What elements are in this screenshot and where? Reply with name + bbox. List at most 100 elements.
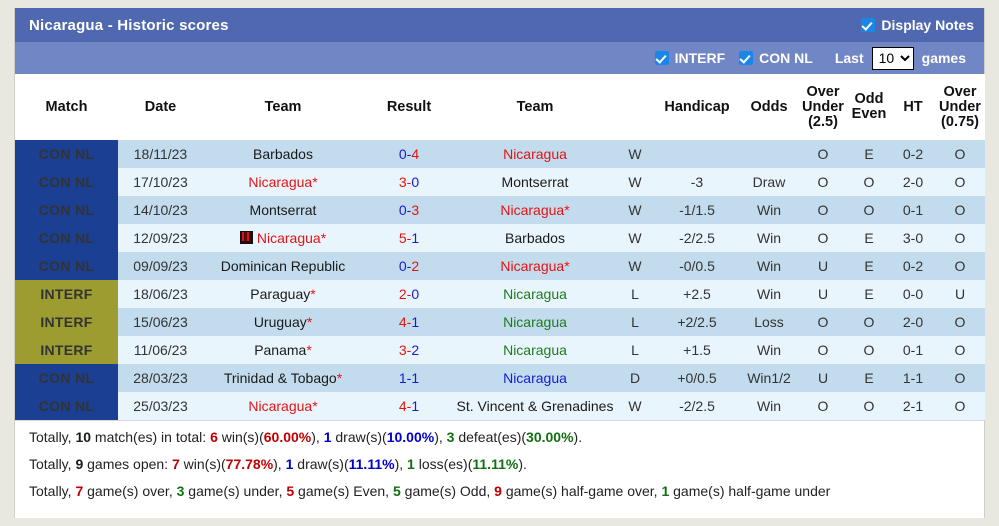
result-cell[interactable]: 5-1	[363, 224, 455, 252]
games-label: games	[921, 50, 966, 66]
home-team-cell[interactable]: Dominican Republic	[203, 252, 363, 280]
col-date[interactable]: Date	[118, 74, 203, 140]
over-under-075-cell: O	[935, 168, 985, 196]
away-star-marker: *	[564, 257, 570, 274]
match-league-cell: INTERF	[15, 336, 118, 364]
s3-t6: game(s) half-game over,	[501, 483, 662, 499]
table-row[interactable]: CON NL 09/09/23 Dominican Republic 0-2 Nicar…	[15, 252, 985, 280]
odd-even-cell: E	[847, 224, 891, 252]
match-league-cell: CON NL	[15, 224, 118, 252]
table-row[interactable]: INTERF 11/06/23 Panama* 3-2 Nicaragua L +1.5 Wi…	[15, 336, 985, 364]
col-away-team[interactable]: Team	[455, 74, 615, 140]
filter-connl[interactable]: CON NL	[739, 50, 813, 66]
away-team-cell[interactable]: Nicaragua	[455, 336, 615, 364]
match-date-cell: 28/03/23	[118, 364, 203, 392]
outcome-cell: L	[615, 280, 655, 308]
halftime-score-cell: 2-1	[891, 392, 935, 420]
s3-even: 5	[286, 483, 295, 499]
col-match[interactable]: Match	[15, 74, 118, 140]
match-date-cell: 17/10/23	[118, 168, 203, 196]
col-handicap[interactable]: Handicap	[655, 74, 739, 140]
s1-t1: Totally,	[29, 429, 76, 445]
note-icon	[239, 230, 253, 244]
interf-checkbox[interactable]	[654, 51, 669, 65]
away-team-cell[interactable]: St. Vincent & Grenadines	[455, 392, 615, 420]
away-team-cell[interactable]: Montserrat	[455, 168, 615, 196]
home-team-cell[interactable]: Panama*	[203, 336, 363, 364]
result-cell[interactable]: 1-1	[363, 364, 455, 392]
home-team-cell[interactable]: Nicaragua*	[203, 168, 363, 196]
col-odds[interactable]: Odds	[739, 74, 799, 140]
result-cell[interactable]: 4-1	[363, 308, 455, 336]
col-ht[interactable]: HT	[891, 74, 935, 140]
home-team-cell[interactable]: Barbados	[203, 140, 363, 168]
display-notes-checkbox[interactable]	[861, 18, 876, 32]
home-team-cell[interactable]: Nicaragua*	[203, 224, 363, 252]
home-team-cell[interactable]: Paraguay*	[203, 280, 363, 308]
result-cell[interactable]: 0-4	[363, 140, 455, 168]
away-team-cell[interactable]: Barbados	[455, 224, 615, 252]
connl-checkbox[interactable]	[739, 51, 754, 65]
table-row[interactable]: CON NL 28/03/23 Trinidad & Tobago* 1-1 Nicar…	[15, 364, 985, 392]
games-count-select[interactable]: 510203050	[871, 46, 914, 70]
result-home-score: 4	[398, 313, 407, 330]
table-row[interactable]: CON NL 17/10/23 Nicaragua* 3-0 Montserrat W -3…	[15, 168, 985, 196]
away-team-cell[interactable]: Nicaragua	[455, 308, 615, 336]
away-team-cell[interactable]: Nicaragua	[455, 280, 615, 308]
result-cell[interactable]: 3-0	[363, 168, 455, 196]
col-home-team[interactable]: Team	[203, 74, 363, 140]
panel-titlebar: Nicaragua - Historic scores Display Note…	[15, 8, 984, 42]
home-star-marker: *	[310, 285, 316, 302]
result-cell[interactable]: 0-3	[363, 196, 455, 224]
home-team-name: Montserrat	[249, 201, 317, 218]
away-team-cell[interactable]: Nicaragua	[455, 140, 615, 168]
filter-interf[interactable]: INTERF	[654, 50, 725, 66]
home-team-cell[interactable]: Uruguay*	[203, 308, 363, 336]
home-team-name: Paraguay	[250, 285, 311, 302]
display-notes-label: Display Notes	[881, 17, 974, 33]
over-under-075-cell: O	[935, 364, 985, 392]
odd-even-cell: O	[847, 308, 891, 336]
match-league-cell: INTERF	[15, 280, 118, 308]
s2-t7: loss(es)(	[414, 456, 473, 472]
s1-total: 10	[75, 429, 92, 445]
over-under-075-cell: O	[935, 140, 985, 168]
result-cell[interactable]: 0-2	[363, 252, 455, 280]
col-over-under-25[interactable]: Over Under (2.5)	[799, 74, 847, 140]
col-result[interactable]: Result	[363, 74, 455, 140]
away-team-cell[interactable]: Nicaragua	[455, 364, 615, 392]
table-row[interactable]: INTERF 15/06/23 Uruguay* 4-1 Nicaragua L +2/2.…	[15, 308, 985, 336]
over-under-25-cell: U	[799, 364, 847, 392]
table-row[interactable]: CON NL 14/10/23 Montserrat 0-3 Nicaragua* W -1…	[15, 196, 985, 224]
col-odd-even[interactable]: Odd Even	[847, 74, 891, 140]
home-team-name: Panama	[254, 341, 307, 358]
outcome-cell: W	[615, 196, 655, 224]
odds-cell: Win	[739, 196, 799, 224]
result-cell[interactable]: 2-0	[363, 280, 455, 308]
col-over-under-075[interactable]: Over Under (0.75)	[935, 74, 985, 140]
s1-t3: win(s)(	[217, 429, 264, 445]
handicap-cell: -2/2.5	[655, 392, 739, 420]
s1-defeat-pct: 30.00%	[526, 429, 574, 445]
table-row[interactable]: INTERF 18/06/23 Paraguay* 2-0 Nicaragua L +2.5…	[15, 280, 985, 308]
home-team-cell[interactable]: Trinidad & Tobago*	[203, 364, 363, 392]
result-cell[interactable]: 4-1	[363, 392, 455, 420]
home-team-cell[interactable]: Nicaragua*	[203, 392, 363, 420]
table-row[interactable]: CON NL 18/11/23 Barbados 0-4 Nicaragua W O E 0-2…	[15, 140, 985, 168]
col-ou075-line3: (0.75)	[941, 113, 979, 130]
result-home-score: 3	[398, 173, 407, 190]
away-team-name: Nicaragua	[503, 145, 567, 162]
home-team-cell[interactable]: Montserrat	[203, 196, 363, 224]
away-team-cell[interactable]: Nicaragua*	[455, 196, 615, 224]
odds-cell: Win1/2	[739, 364, 799, 392]
away-team-name: Barbados	[505, 229, 565, 246]
summary-line-3: Totally, 7 game(s) over, 3 game(s) under…	[29, 483, 970, 499]
away-star-marker: *	[564, 201, 570, 218]
table-row[interactable]: CON NL 25/03/23 Nicaragua* 4-1 St. Vincent &…	[15, 392, 985, 420]
away-team-name: Nicaragua	[503, 285, 567, 302]
display-notes-toggle[interactable]: Display Notes	[861, 17, 974, 33]
table-row[interactable]: CON NL 12/09/23 Nicaragua* 5-1 Barbados W -2/2…	[15, 224, 985, 252]
away-team-cell[interactable]: Nicaragua*	[455, 252, 615, 280]
result-cell[interactable]: 3-2	[363, 336, 455, 364]
handicap-cell: +2/2.5	[655, 308, 739, 336]
